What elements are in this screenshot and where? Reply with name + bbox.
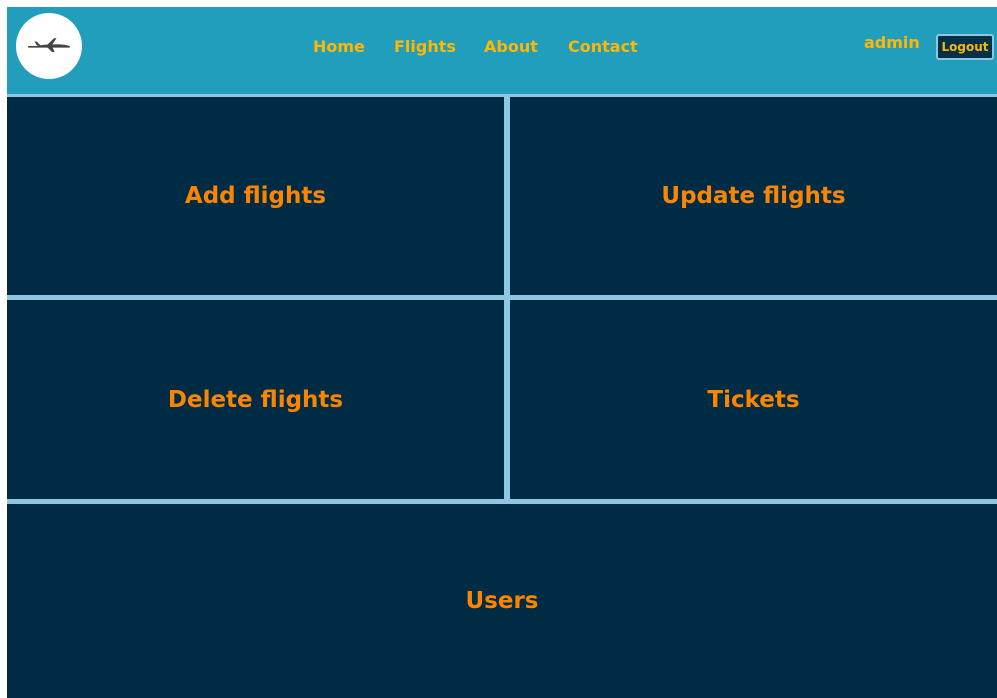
add-flights-label: Add flights [184,183,327,209]
page-frame: Home Flights About Contact admin Logout … [7,7,997,698]
nav-link-contact[interactable]: Contact [568,37,638,57]
tickets-label: Tickets [707,386,800,413]
nav-link-about[interactable]: About [484,37,538,57]
navbar: Home Flights About Contact admin Logout [7,7,997,94]
logo[interactable] [16,13,82,79]
add-flights-tile[interactable]: Add flights [7,97,504,295]
users-label: Users [465,588,539,614]
current-user-name: admin [864,33,920,52]
update-flights-tile[interactable]: Update flights [510,97,997,295]
logout-button[interactable]: Logout [936,34,994,60]
delete-flights-tile[interactable]: Delete flights [7,300,504,499]
delete-flights-label: Delete flights [167,386,344,413]
tickets-tile[interactable]: Tickets [510,300,997,499]
nav-link-home[interactable]: Home [313,37,365,57]
nav-link-flights[interactable]: Flights [394,37,456,57]
update-flights-label: Update flights [661,183,846,209]
airplane-icon [28,38,70,52]
users-tile[interactable]: Users [7,504,997,698]
